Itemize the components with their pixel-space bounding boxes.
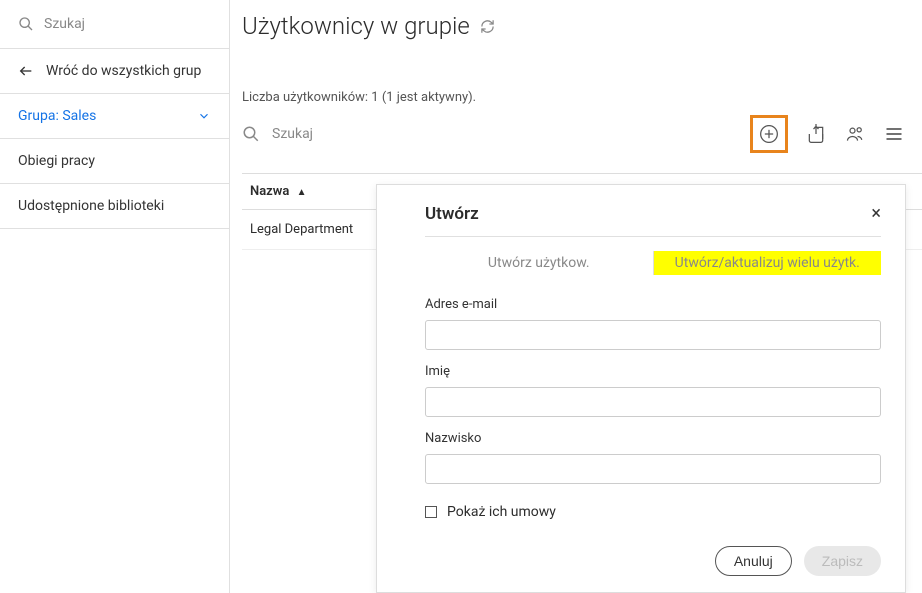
search-icon: [18, 16, 34, 32]
sidebar-back-link[interactable]: Wróć do wszystkich grup: [0, 49, 229, 94]
sidebar-item-shared-libraries[interactable]: Udostępnione biblioteki: [0, 184, 229, 229]
toolbar-search-placeholder: Szukaj: [272, 126, 313, 142]
share-icon: [806, 124, 826, 144]
lastname-field[interactable]: [425, 454, 881, 484]
sidebar-search-placeholder: Szukaj: [44, 16, 85, 32]
sidebar-search[interactable]: Szukaj: [0, 0, 229, 49]
sidebar-item-label: Obiegi pracy: [18, 153, 95, 169]
modal-title: Utwórz: [425, 204, 479, 224]
page-title: Użytkownicy w grupie: [242, 12, 922, 40]
sort-asc-icon: ▲: [297, 187, 307, 198]
firstname-label: Imię: [425, 364, 881, 379]
refresh-icon[interactable]: [480, 19, 495, 34]
modal-header: Utwórz ×: [425, 203, 881, 237]
sidebar-item-workflows[interactable]: Obiegi pracy: [0, 139, 229, 184]
add-user-button[interactable]: [759, 124, 779, 144]
page-title-text: Użytkownicy w grupie: [242, 12, 470, 40]
email-label: Adres e-mail: [425, 297, 881, 312]
users-icon: [844, 124, 866, 144]
tab-create-user[interactable]: Utwórz użytkow.: [425, 251, 653, 275]
lastname-label: Nazwisko: [425, 431, 881, 446]
sidebar-item-label: Udostępnione biblioteki: [18, 198, 164, 214]
user-count-text: Liczba użytkowników: 1 (1 jest aktywny).: [242, 90, 922, 105]
show-contracts-row[interactable]: Pokaż ich umowy: [425, 504, 881, 520]
checkbox-icon: [425, 506, 437, 518]
chevron-down-icon: [197, 109, 211, 123]
email-field[interactable]: [425, 320, 881, 350]
tab-bulk-update[interactable]: Utwórz/aktualizuj wielu użytk.: [654, 251, 882, 275]
menu-button[interactable]: [884, 124, 904, 144]
firstname-field[interactable]: [425, 387, 881, 417]
close-button[interactable]: ×: [871, 203, 881, 224]
arrow-left-icon: [18, 63, 34, 79]
search-icon: [242, 125, 260, 143]
sidebar-item-group[interactable]: Grupa: Sales: [0, 94, 229, 139]
users-button[interactable]: [844, 124, 866, 144]
close-icon: ×: [871, 203, 881, 224]
save-button: Zapisz: [804, 546, 881, 576]
sidebar-back-label: Wróć do wszystkich grup: [46, 63, 201, 79]
cancel-button[interactable]: Anuluj: [715, 546, 792, 576]
toolbar: Szukaj: [242, 115, 922, 153]
sidebar: Szukaj Wróć do wszystkich grup Grupa: Sa…: [0, 0, 230, 593]
show-contracts-label: Pokaż ich umowy: [447, 504, 556, 520]
menu-icon: [884, 124, 904, 144]
modal-tabs: Utwórz użytkow. Utwórz/aktualizuj wielu …: [425, 251, 881, 275]
plus-circle-icon: [759, 124, 779, 144]
export-button[interactable]: [806, 124, 826, 144]
toolbar-search[interactable]: Szukaj: [242, 125, 750, 143]
column-header-label: Nazwa: [250, 184, 289, 199]
sidebar-group-label: Grupa: Sales: [18, 108, 96, 124]
toolbar-actions: [750, 115, 922, 153]
add-user-highlight: [750, 115, 788, 153]
create-user-modal: Utwórz × Utwórz użytkow. Utwórz/aktualiz…: [376, 184, 906, 593]
modal-actions: Anuluj Zapisz: [425, 546, 881, 576]
